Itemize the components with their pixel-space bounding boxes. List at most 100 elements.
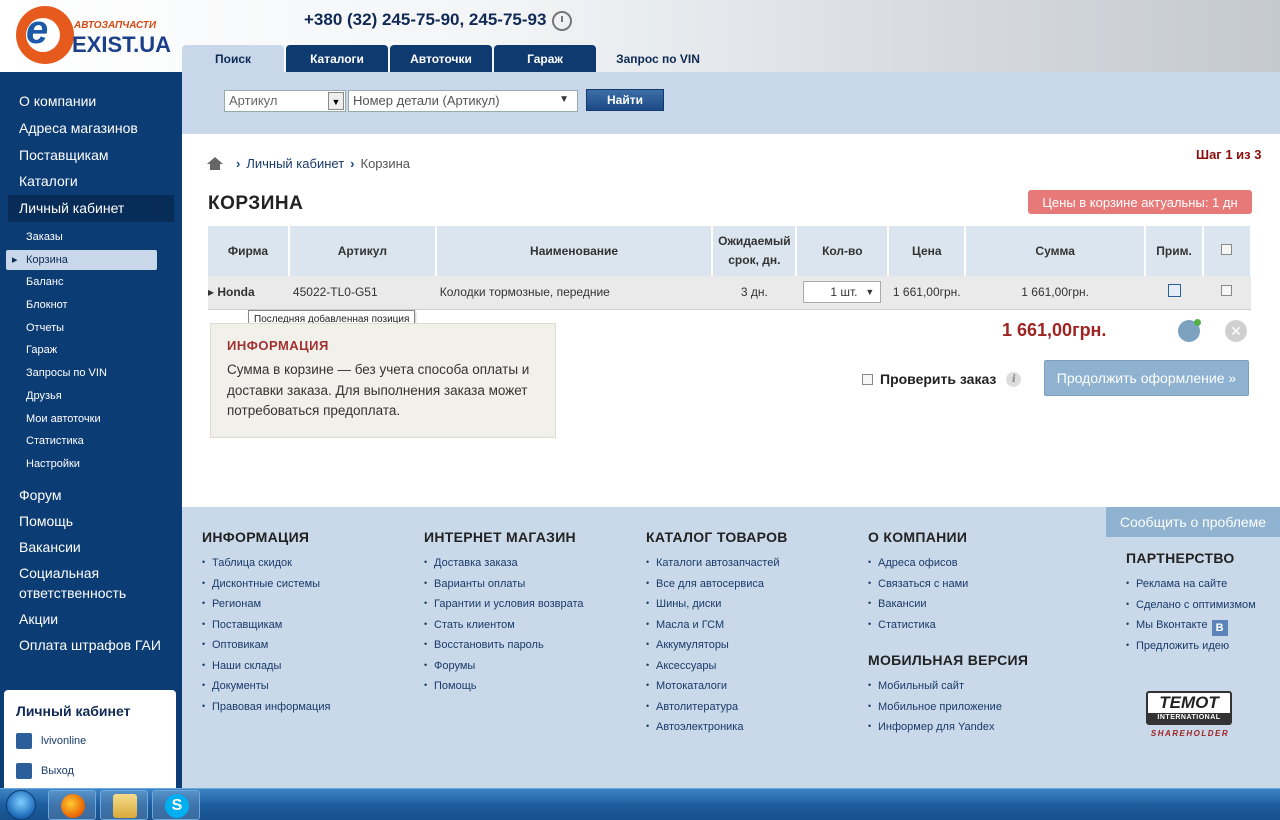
breadcrumb: › Личный кабинет › Корзина bbox=[207, 156, 410, 171]
taskbar-firefox[interactable] bbox=[48, 790, 96, 820]
table-row: ▸ Honda 45022-TL0-G51 Колодки тормозные,… bbox=[208, 276, 1251, 310]
search-type-select[interactable]: Артикул ▼ bbox=[224, 90, 346, 112]
explorer-icon bbox=[113, 794, 137, 818]
footer-link[interactable]: Регионам bbox=[202, 598, 330, 619]
footer-link[interactable]: Документы bbox=[202, 680, 330, 701]
footer-link[interactable]: Вакансии bbox=[868, 598, 968, 619]
footer-link[interactable]: Информер для Yandex bbox=[868, 721, 1028, 742]
footer-col-mobile: МОБИЛЬНАЯ ВЕРСИЯ Мобильный сайтМобильное … bbox=[868, 652, 1028, 742]
sidebar-subitem[interactable]: Корзина bbox=[6, 249, 157, 270]
footer-link[interactable]: Правовая информация bbox=[202, 701, 330, 722]
taskbar-explorer[interactable] bbox=[100, 790, 148, 820]
sidebar-item[interactable]: Форум bbox=[0, 482, 182, 508]
sidebar-item[interactable]: О компании bbox=[0, 88, 182, 115]
clock-icon[interactable] bbox=[552, 11, 572, 31]
sidebar-subitem[interactable]: Заказы bbox=[0, 227, 182, 247]
tab-3[interactable]: Гараж bbox=[494, 45, 596, 72]
footer-link[interactable]: Мобильный сайт bbox=[868, 680, 1028, 701]
sidebar-subitem[interactable]: Гараж bbox=[0, 340, 182, 360]
info-icon[interactable]: i bbox=[1006, 371, 1022, 387]
chevron-down-icon[interactable]: ▼ bbox=[328, 92, 344, 110]
footer-link[interactable]: Аксессуары bbox=[646, 660, 788, 681]
report-problem-button[interactable]: Сообщить о проблеме bbox=[1106, 507, 1280, 537]
tab-1[interactable]: Каталоги bbox=[286, 45, 388, 72]
sidebar-subitem[interactable]: Друзья bbox=[0, 386, 182, 406]
row-note-cell bbox=[1145, 276, 1203, 310]
sidebar-item[interactable]: Вакансии bbox=[0, 534, 182, 560]
select-all-checkbox[interactable] bbox=[1221, 243, 1233, 255]
quantity-select[interactable]: 1 шт. ▼ bbox=[803, 281, 882, 304]
footer-link[interactable]: Связаться с нами bbox=[868, 578, 968, 599]
sidebar-subitem[interactable]: Баланс bbox=[0, 272, 182, 292]
sidebar-subitem[interactable]: Запросы по VIN bbox=[0, 363, 182, 383]
footer-link[interactable]: Восстановить пароль bbox=[424, 639, 584, 660]
footer-link[interactable]: Сделано с оптимизмом bbox=[1126, 599, 1256, 620]
tab-2[interactable]: Автоточки bbox=[390, 45, 492, 72]
sidebar-subitem[interactable]: Мои автоточки bbox=[0, 409, 182, 429]
sidebar-item[interactable]: Каталоги bbox=[0, 168, 182, 195]
chevron-down-icon[interactable]: ▼ bbox=[559, 94, 569, 105]
footer-link[interactable]: Мы ВконтактеB bbox=[1126, 619, 1256, 640]
sidebar-item[interactable]: Акции bbox=[0, 606, 182, 632]
check-order-checkbox[interactable] bbox=[862, 373, 873, 385]
start-button[interactable] bbox=[2, 789, 44, 820]
vkontakte-icon[interactable]: B bbox=[1211, 620, 1228, 636]
footer-link[interactable]: Автоэлектроника bbox=[646, 721, 788, 742]
footer-link[interactable]: Доставка заказа bbox=[424, 557, 584, 578]
logout-link[interactable]: Выход bbox=[16, 763, 74, 779]
footer-link[interactable]: Поставщикам bbox=[202, 619, 330, 640]
edit-note-icon[interactable] bbox=[1167, 284, 1181, 298]
sidebar-item[interactable]: Социальная ответственность bbox=[0, 560, 182, 606]
footer-col-company: О КОМПАНИИ Адреса офисовСвязаться с намиВ… bbox=[868, 529, 968, 639]
part-number-input[interactable]: Номер детали (Артикул) ▼ bbox=[348, 90, 578, 112]
footer-link[interactable]: Форумы bbox=[424, 660, 584, 681]
exist-logo[interactable]: e АВТОЗАПЧАСТИ EXIST.UA bbox=[14, 6, 174, 68]
sidebar-nav-top: О компании Адреса магазинов Поставщикам Кат… bbox=[0, 88, 182, 222]
sidebar-subitem[interactable]: Настройки bbox=[0, 454, 182, 474]
footer-link[interactable]: Мобильное приложение bbox=[868, 701, 1028, 722]
main-tabs: Поиск Каталоги Автоточки Гараж Запрос по VIN bbox=[182, 45, 720, 72]
breadcrumb-account[interactable]: Личный кабинет bbox=[246, 156, 344, 171]
footer-link[interactable]: Таблица скидок bbox=[202, 557, 330, 578]
footer-link[interactable]: Статистика bbox=[868, 619, 968, 640]
footer-link[interactable]: Дисконтные системы bbox=[202, 578, 330, 599]
row-checkbox[interactable] bbox=[1221, 285, 1233, 297]
sidebar-subitem[interactable]: Отчеты bbox=[0, 318, 182, 338]
footer-link[interactable]: Предложить идею bbox=[1126, 640, 1256, 661]
footer-link[interactable]: Мотокаталоги bbox=[646, 680, 788, 701]
temot-logo[interactable]: TEMOT INTERNATIONAL SHAREHOLDER bbox=[1146, 691, 1234, 745]
footer-link[interactable]: Реклама на сайте bbox=[1126, 578, 1256, 599]
find-button[interactable]: Найти bbox=[586, 89, 664, 111]
footer-link[interactable]: Стать клиентом bbox=[424, 619, 584, 640]
taskbar-skype[interactable]: S bbox=[152, 790, 200, 820]
footer-link[interactable]: Каталоги автозапчастей bbox=[646, 557, 788, 578]
sidebar-subitem[interactable]: Блокнот bbox=[0, 295, 182, 315]
footer-link[interactable]: Варианты оплаты bbox=[424, 578, 584, 599]
sidebar-item[interactable]: Поставщикам bbox=[0, 142, 182, 169]
footer-link[interactable]: Оптовикам bbox=[202, 639, 330, 660]
footer-link[interactable]: Автолитература bbox=[646, 701, 788, 722]
footer-link[interactable]: Масла и ГСМ bbox=[646, 619, 788, 640]
row-article[interactable]: 45022-TL0-G51 bbox=[288, 276, 436, 310]
footer-link[interactable]: Помощь bbox=[424, 680, 584, 701]
footer-link[interactable]: Наши склады bbox=[202, 660, 330, 681]
sidebar-item[interactable]: Оплата штрафов ГАИ bbox=[0, 632, 182, 658]
account-user-link[interactable]: lvivonline bbox=[16, 733, 86, 749]
phone-number: +380 (32) 245-75-90, 245-75-93 bbox=[304, 10, 547, 29]
check-order[interactable]: Проверить заказ i bbox=[862, 371, 1022, 387]
sidebar-subitem[interactable]: Статистика bbox=[0, 431, 182, 451]
home-icon[interactable] bbox=[207, 157, 223, 170]
tab-0[interactable]: Поиск bbox=[182, 45, 284, 72]
footer-link[interactable]: Все для автосервиса bbox=[646, 578, 788, 599]
footer-link[interactable]: Адреса офисов bbox=[868, 557, 968, 578]
footer-link[interactable]: Аккумуляторы bbox=[646, 639, 788, 660]
continue-checkout-button[interactable]: Продолжить оформление » bbox=[1044, 360, 1249, 396]
footer-link[interactable]: Гарантии и условия возврата bbox=[424, 598, 584, 619]
sidebar-item[interactable]: Помощь bbox=[0, 508, 182, 534]
close-icon[interactable]: ✕ bbox=[1225, 320, 1247, 342]
add-note-icon[interactable] bbox=[1178, 319, 1201, 342]
sidebar-item[interactable]: Личный кабинет bbox=[8, 195, 174, 222]
footer-link[interactable]: Шины, диски bbox=[646, 598, 788, 619]
tab-4[interactable]: Запрос по VIN bbox=[598, 45, 718, 72]
sidebar-item[interactable]: Адреса магазинов bbox=[0, 115, 182, 142]
